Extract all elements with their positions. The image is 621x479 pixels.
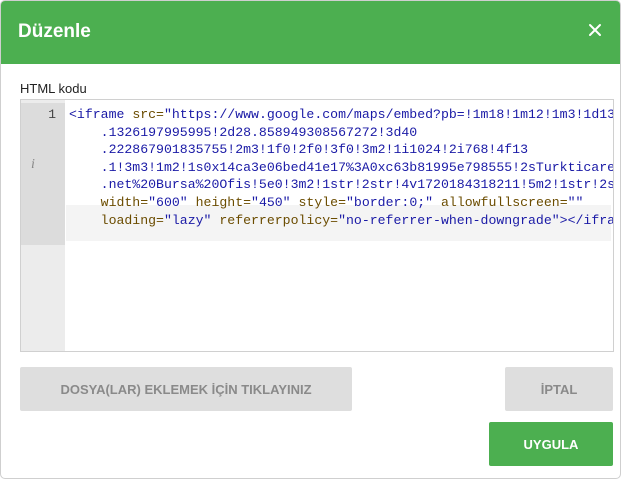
edit-dialog: Düzenle HTML kodu 1 i <iframe src="https…	[0, 0, 621, 479]
dialog-header: Düzenle	[1, 1, 620, 64]
code-line: <iframe src="https://www.google.com/maps…	[69, 107, 614, 122]
cancel-button[interactable]: İPTAL	[505, 367, 613, 411]
active-line-gutter	[21, 103, 65, 245]
code-content[interactable]: <iframe src="https://www.google.com/maps…	[69, 106, 613, 229]
code-line: .1326197995995!2d28.858949308567272!3d40	[69, 124, 418, 140]
code-line: .222867901835755!2m3!1f0!2f0!3f0!3m2!1i1…	[69, 142, 528, 158]
code-line: width="600" height="450" style="border:0…	[100, 194, 584, 210]
code-line: loading="lazy" referrerpolicy="no-referr…	[100, 212, 614, 228]
dialog-title: Düzenle	[18, 21, 91, 42]
upload-files-button[interactable]: DOSYA(LAR) EKLEMEK İÇİN TIKLAYINIZ	[20, 367, 352, 411]
html-code-editor[interactable]: 1 i <iframe src="https://www.google.com/…	[20, 99, 614, 352]
editor-gutter: 1 i	[21, 100, 65, 351]
code-line: .1!3m3!1m2!1s0x14ca3e06bed41e17%3A0xc63b…	[69, 159, 614, 175]
info-icon[interactable]: i	[31, 157, 35, 173]
html-code-label: HTML kodu	[20, 81, 87, 96]
apply-button[interactable]: UYGULA	[489, 422, 613, 466]
close-icon[interactable]	[584, 19, 606, 41]
line-number: 1	[48, 107, 56, 122]
code-line: .net%20Bursa%20Ofis!5e0!3m2!1str!2str!4v…	[69, 177, 614, 193]
